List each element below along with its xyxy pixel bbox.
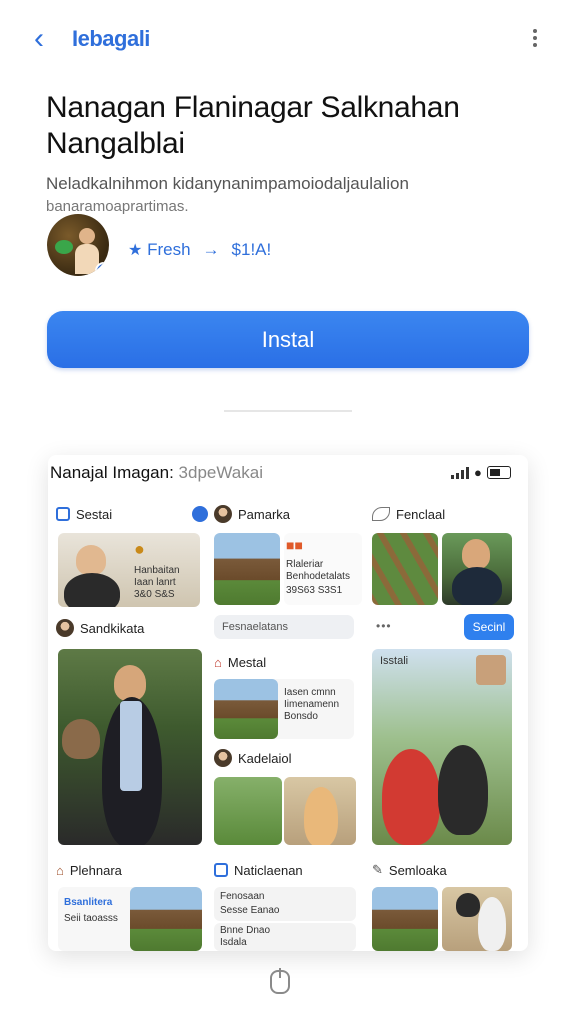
install-button[interactable]: Instal [47, 311, 529, 368]
post-preview[interactable]: Fenosaan Sesse Eanao [214, 887, 356, 921]
card-header[interactable]: Kadelaiol [214, 745, 366, 771]
battery-icon [486, 466, 511, 479]
card-header[interactable]: Pamarka [214, 501, 366, 527]
card-header[interactable]: Fenclaal [372, 501, 524, 527]
avatar [214, 749, 232, 767]
price: $1!A! [231, 240, 272, 259]
house-icon: ⌂ [56, 862, 64, 878]
avatar [56, 619, 74, 637]
post-text: Seii taoasss [64, 913, 118, 924]
post-text: Hanbaitan [134, 565, 180, 576]
signal-icon [451, 466, 469, 479]
top-bar-title: Iebagali [72, 26, 150, 51]
card-header[interactable]: ⌂ Mestal [214, 649, 366, 675]
search-placeholder: Fesnaelatans [222, 621, 289, 633]
post-text: Sesse Eanao [220, 905, 280, 916]
post-text: Benhodetalats [286, 571, 350, 582]
avatar [214, 505, 232, 523]
card-header-label: Sestai [76, 506, 113, 522]
card-header[interactable]: ⌂ Plehnara [56, 857, 208, 883]
status-icons: ● [451, 465, 511, 480]
post-image[interactable] [372, 887, 438, 951]
post-preview[interactable]: Bsanlitera Seii taoasss [58, 887, 202, 951]
post-text: Iimenamenn [284, 699, 340, 710]
app-icon [47, 214, 109, 276]
post-text: Rlaleriar [286, 559, 324, 570]
chevron-left-icon[interactable]: ‹ [34, 24, 58, 54]
wifi-icon: ● [474, 465, 482, 480]
post-text-card: ■■ Rlaleriar Benhodetalats 39S63 S3S1 [284, 533, 362, 605]
card-header-label: Fenclaal [396, 506, 446, 522]
post-image[interactable]: ● Hanbaitan Iaan lanrt 3&0 S&S [58, 533, 200, 607]
description-line-1: Neladkalnihmon kidanynanimpamoiodaljaula… [46, 174, 409, 193]
card-header-label: Mestal [227, 654, 267, 670]
post-image[interactable] [372, 533, 438, 605]
post-text: Bonsdo [284, 711, 318, 722]
app-title: Nanagan Flaninagar Salknahan Nangalblai [46, 91, 460, 160]
action-button[interactable]: Secinl [464, 614, 514, 640]
post-image[interactable] [284, 777, 356, 845]
card-header-label: Naticlaenan [234, 862, 303, 878]
star-icon: ★ [128, 242, 143, 259]
card-header[interactable]: Sestai [56, 501, 208, 527]
search-input[interactable]: Fesnaelatans [214, 615, 354, 639]
post-image[interactable] [58, 649, 202, 845]
arrow-right-icon: → [202, 240, 220, 259]
row-label: Sandkikata [80, 620, 145, 636]
divider [224, 410, 352, 412]
post-text: Isdala [220, 937, 247, 948]
card-header[interactable]: ✎ Semloaka [372, 857, 524, 883]
app-meta: ★ Fresh → $1!A! [128, 240, 271, 260]
post-text: Bnne Dnao [220, 925, 271, 936]
notification-icon [192, 506, 208, 522]
top-app-bar: ‹ Iebagali [0, 0, 576, 80]
post-text: 39S63 S3S1 [286, 585, 343, 596]
post-card[interactable]: Iasen cmnn Iimenamenn Bonsdo [214, 679, 354, 739]
share-icon [56, 507, 70, 521]
post-title: Isstali [380, 655, 409, 667]
card-header[interactable]: Naticlaenan [214, 857, 366, 883]
app-description: Neladkalnihmon kidanynanimpamoiodaljaula… [46, 172, 536, 218]
post-text: Iaan lanrt [134, 577, 176, 588]
home-icon: ⌂ [214, 654, 222, 670]
row-item[interactable]: Sandkikata [56, 615, 208, 641]
card-header-label: Pamarka [238, 506, 291, 522]
edit-icon: ✎ [372, 862, 383, 877]
post-text: Iasen cmnn [284, 687, 336, 698]
post-preview[interactable]: Bnne Dnao Isdala [214, 923, 356, 951]
post-text: Fenosaan [220, 891, 265, 902]
description-line-2: banaramoaprartimas. [46, 198, 189, 215]
home-indicator-icon[interactable] [270, 968, 290, 994]
leaf-icon [372, 507, 390, 521]
post-image[interactable] [442, 887, 512, 951]
post-image[interactable] [442, 533, 512, 605]
rating-label: Fresh [147, 240, 191, 259]
app-screenshot-preview[interactable]: Nanajal Imagan: 3dpeWakai ● Sestai ● Han… [48, 455, 528, 951]
card-header-label: Semloaka [388, 862, 447, 878]
post-image[interactable] [214, 533, 280, 605]
more-icon[interactable]: ••• [376, 619, 392, 633]
card-header-label: Plehnara [69, 862, 122, 878]
screenshot-title-sub: 3dpeWakai [178, 463, 263, 482]
post-image[interactable]: Isstali [372, 649, 512, 845]
card-header-label: Kadelaiol [238, 750, 292, 766]
bookmark-icon [214, 863, 228, 877]
screenshot-title-main: Nanajal Imagan: [50, 463, 174, 482]
screenshot-title: Nanajal Imagan: 3dpeWakai [50, 463, 263, 483]
post-text: 3&0 S&S [134, 589, 175, 600]
rating: ★ Fresh [128, 240, 191, 260]
post-image[interactable] [214, 777, 282, 845]
kebab-menu-icon[interactable] [528, 26, 542, 54]
status-bar: Nanajal Imagan: 3dpeWakai ● [48, 455, 528, 489]
post-text: Bsanlitera [64, 897, 113, 908]
